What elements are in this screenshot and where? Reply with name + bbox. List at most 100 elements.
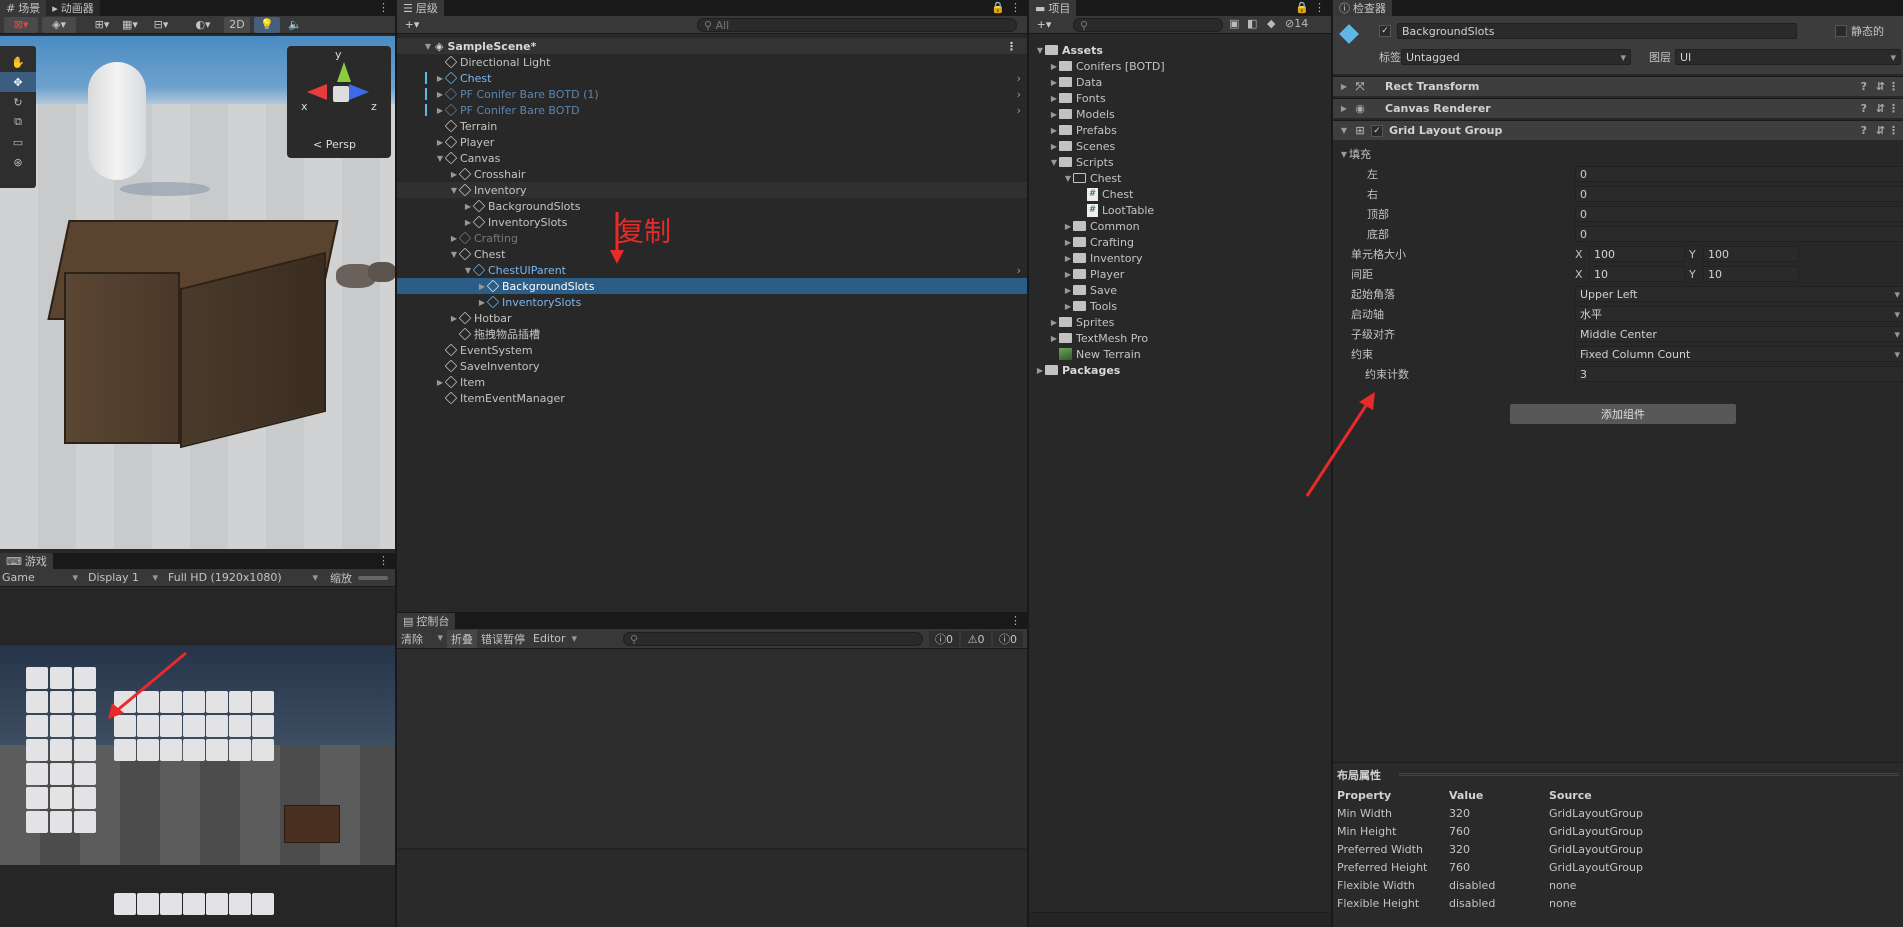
warning-count-toggle[interactable]: ⚠ 0 <box>961 631 991 647</box>
hierarchy-item[interactable]: 拖拽物品插槽 <box>397 326 1027 342</box>
tab-console[interactable]: ▤ 控制台 <box>397 613 456 629</box>
grid-toggle-icon[interactable]: ▦▾ <box>118 17 142 33</box>
help-icon[interactable]: ? <box>1861 80 1867 93</box>
project-item[interactable]: ▶ Crafting <box>1029 234 1331 250</box>
draw-mode-button[interactable]: ⊠▾ <box>4 16 38 33</box>
hierarchy-item[interactable]: ▶ Crafting <box>397 230 1027 246</box>
collapse-toggle[interactable]: 折叠 <box>447 629 477 648</box>
game-view-dropdown[interactable]: Game <box>0 571 82 584</box>
tab-inspector[interactable]: ⓘ 检查器 <box>1333 0 1392 16</box>
project-item[interactable]: ▶ Inventory <box>1029 250 1331 266</box>
scene-viewport[interactable]: ✋ ✥ ↻ ⧉ ▭ ⊛ y x z < Persp <box>0 36 395 549</box>
canvas-renderer-header[interactable]: ▶ ◉ Canvas Renderer ? ⇵ ⋮ <box>1333 98 1903 118</box>
hierarchy-item[interactable]: Terrain <box>397 118 1027 134</box>
padding-right-field[interactable]: 0 <box>1575 186 1903 202</box>
expand-arrow-icon[interactable]: ▼ <box>1063 174 1073 183</box>
expand-arrow-icon[interactable]: ▶ <box>435 74 445 83</box>
expand-arrow-icon[interactable]: ▶ <box>477 298 487 307</box>
constraint-dropdown[interactable]: Fixed Column Count <box>1575 346 1903 362</box>
hierarchy-item[interactable]: ▶ PF Conifer Bare BOTD › <box>397 102 1027 118</box>
error-count-toggle[interactable]: ⓘ 0 <box>993 631 1023 647</box>
snap-icon[interactable]: ⊟▾ <box>146 17 176 33</box>
hierarchy-item[interactable]: ▶ Crosshair <box>397 166 1027 182</box>
expand-arrow-icon[interactable]: ▶ <box>463 218 473 227</box>
start-corner-dropdown[interactable]: Upper Left <box>1575 286 1903 302</box>
expand-arrow-icon[interactable]: ▶ <box>1063 270 1073 279</box>
hierarchy-item[interactable]: ▶ InventorySlots <box>397 294 1027 310</box>
expand-arrow-icon[interactable]: ▶ <box>1049 142 1059 151</box>
expand-arrow-icon[interactable]: ▶ <box>1049 334 1059 343</box>
hierarchy-item[interactable]: ▶ BackgroundSlots <box>397 278 1027 294</box>
hierarchy-item[interactable]: EventSystem <box>397 342 1027 358</box>
hierarchy-item[interactable]: ItemEventManager <box>397 390 1027 406</box>
hierarchy-item[interactable]: ▶ InventorySlots <box>397 214 1027 230</box>
more-menu-icon[interactable]: ⋮ <box>1314 1 1325 14</box>
audio-toggle-icon[interactable]: 🔈 <box>284 17 306 33</box>
expand-arrow-icon[interactable]: ▼ <box>1049 158 1059 167</box>
project-item[interactable]: ▶ Save <box>1029 282 1331 298</box>
move-tool-icon[interactable]: ✥ <box>0 72 36 92</box>
orientation-gizmo[interactable]: y x z < Persp <box>287 46 391 158</box>
expand-arrow-icon[interactable]: ▼ <box>1339 126 1349 135</box>
log-count-toggle[interactable]: ⓘ 0 <box>929 631 959 647</box>
lock-icon[interactable]: 🔒 <box>991 1 1005 14</box>
scene-row[interactable]: ▼ ◈ SampleScene* ⋮ <box>397 38 1027 54</box>
expand-arrow-icon[interactable]: ▶ <box>449 314 459 323</box>
tab-animator[interactable]: ▸ 动画器 <box>46 0 100 16</box>
cell-size-y-field[interactable]: 100 <box>1703 246 1799 262</box>
layer-dropdown[interactable]: UI <box>1675 49 1901 65</box>
expand-arrow-icon[interactable]: ▶ <box>1049 318 1059 327</box>
more-menu-icon[interactable]: ⋮ <box>378 1 389 14</box>
expand-arrow-icon[interactable]: ▶ <box>1049 78 1059 87</box>
project-item[interactable]: ▶ Scenes <box>1029 138 1331 154</box>
expand-arrow-icon[interactable]: ▼ <box>435 154 445 163</box>
expand-arrow-icon[interactable]: ▼ <box>1035 46 1045 55</box>
hierarchy-item[interactable]: ▶ PF Conifer Bare BOTD (1) › <box>397 86 1027 102</box>
expand-arrow-icon[interactable]: ▶ <box>1049 126 1059 135</box>
expand-arrow-icon[interactable]: ▶ <box>1063 286 1073 295</box>
prefab-open-chevron-icon[interactable]: › <box>1017 104 1021 117</box>
transform-tool-icon[interactable]: ⊛ <box>0 152 36 172</box>
preset-icon[interactable]: ⇵ <box>1876 102 1885 115</box>
more-menu-icon[interactable]: ⋮ <box>1006 40 1017 53</box>
tab-scene[interactable]: # 场景 <box>0 0 47 16</box>
expand-arrow-icon[interactable]: ▶ <box>463 202 473 211</box>
padding-bottom-field[interactable]: 0 <box>1575 226 1903 242</box>
search-by-label-icon[interactable]: ◧ <box>1247 17 1257 30</box>
expand-arrow-icon[interactable]: ▼ <box>397 42 431 51</box>
tag-icon[interactable]: ◆ <box>1267 17 1275 30</box>
expand-arrow-icon[interactable]: ▶ <box>1035 366 1045 375</box>
game-viewport[interactable] <box>0 589 395 927</box>
spacing-x-field[interactable]: 10 <box>1589 266 1685 282</box>
project-item[interactable]: # Chest <box>1029 186 1331 202</box>
tag-dropdown[interactable]: Untagged <box>1401 49 1631 65</box>
scale-slider[interactable] <box>358 575 388 580</box>
hierarchy-item[interactable]: ▼ Canvas <box>397 150 1027 166</box>
expand-arrow-icon[interactable]: ▶ <box>449 170 459 179</box>
static-checkbox[interactable] <box>1835 25 1847 37</box>
expand-arrow-icon[interactable]: ▼ <box>449 250 459 259</box>
error-pause-toggle[interactable]: 错误暂停 <box>477 630 529 648</box>
add-object-button[interactable]: +▾ <box>397 18 427 31</box>
hierarchy-item[interactable]: ▶ Chest › <box>397 70 1027 86</box>
expand-arrow-icon[interactable]: ▶ <box>1339 104 1349 113</box>
project-item[interactable]: ▶ Prefabs <box>1029 122 1331 138</box>
help-icon[interactable]: ? <box>1861 124 1867 137</box>
expand-arrow-icon[interactable]: ▶ <box>1063 302 1073 311</box>
hand-tool-icon[interactable]: ✋ <box>0 52 36 72</box>
create-asset-button[interactable]: +▾ <box>1029 18 1059 31</box>
expand-arrow-icon[interactable]: ▶ <box>435 90 445 99</box>
hierarchy-search-input[interactable]: ⚲ All <box>697 18 1017 32</box>
hierarchy-item[interactable]: ▼ Inventory <box>397 182 1027 198</box>
prefab-open-chevron-icon[interactable]: › <box>1017 72 1021 85</box>
lock-icon[interactable]: 🔒 <box>1295 1 1309 14</box>
editor-dropdown[interactable]: Editor <box>529 632 581 645</box>
project-item[interactable]: ▼ Chest <box>1029 170 1331 186</box>
project-item[interactable]: # LootTable <box>1029 202 1331 218</box>
expand-arrow-icon[interactable]: ▶ <box>1339 82 1349 91</box>
add-component-button[interactable]: 添加组件 <box>1509 403 1737 425</box>
expand-arrow-icon[interactable]: ▶ <box>435 138 445 147</box>
more-menu-icon[interactable]: ⋮ <box>1888 80 1899 93</box>
expand-arrow-icon[interactable]: ▶ <box>435 106 445 115</box>
expand-arrow-icon[interactable]: ▼ <box>449 186 459 195</box>
